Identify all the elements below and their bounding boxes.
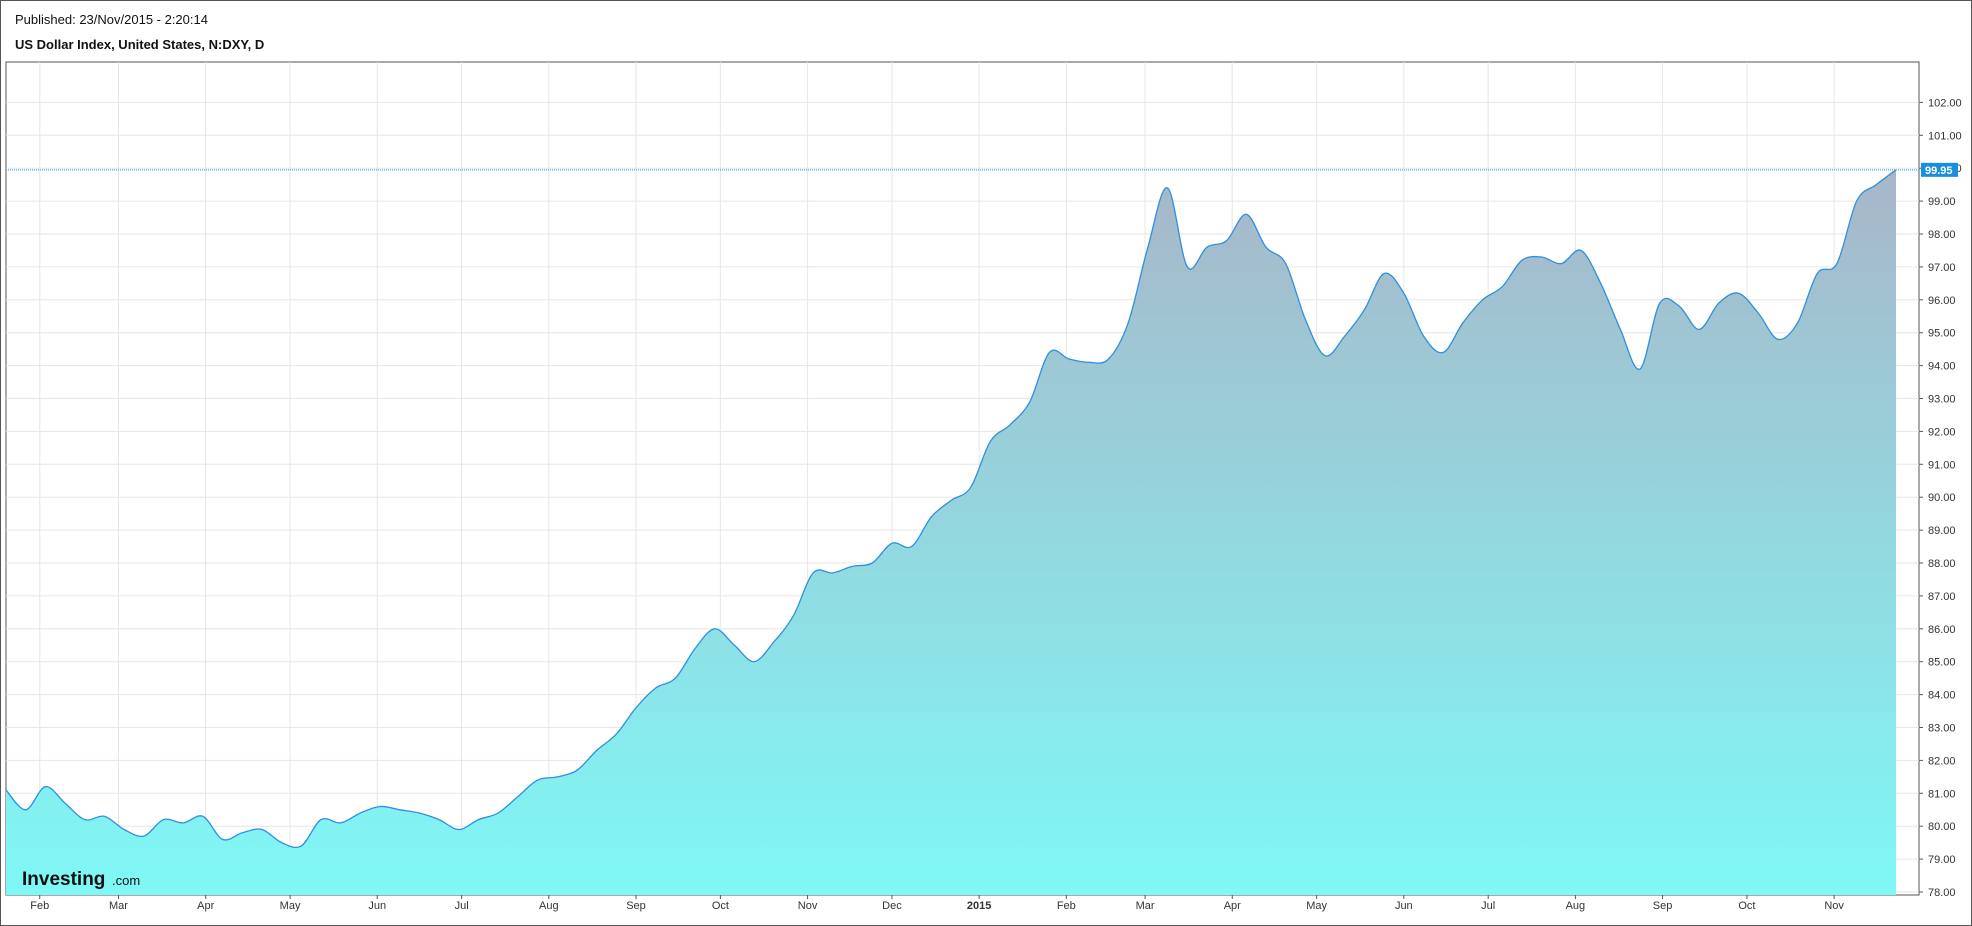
x-tick-label: Jun bbox=[1395, 900, 1413, 912]
y-tick-label: 91.00 bbox=[1928, 459, 1956, 471]
x-tick-label: Jul bbox=[455, 900, 469, 912]
y-tick-label: 78.00 bbox=[1928, 887, 1956, 899]
x-tick-label: Aug bbox=[539, 900, 559, 912]
x-tick-label: Nov bbox=[798, 900, 818, 912]
x-tick-label: Jul bbox=[1481, 900, 1495, 912]
x-tick-label: Apr bbox=[197, 900, 214, 912]
y-tick-label: 86.00 bbox=[1928, 624, 1956, 636]
y-tick-label: 84.00 bbox=[1928, 690, 1956, 702]
x-tick-label: 2015 bbox=[967, 900, 991, 912]
y-tick-label: 94.00 bbox=[1928, 361, 1956, 373]
price-axis: 78.00 79.00 80.00 81.00 82.00 83.00 84.00 85.00… bbox=[1919, 97, 1962, 899]
y-tick-label: 102.00 bbox=[1928, 97, 1962, 109]
y-tick-label: 101.00 bbox=[1928, 130, 1962, 142]
x-tick-label: Apr bbox=[1224, 900, 1241, 912]
x-tick-label: Feb bbox=[1057, 900, 1076, 912]
y-tick-label: 85.00 bbox=[1928, 657, 1956, 669]
logo-wordmark: Investing bbox=[22, 869, 105, 890]
x-tick-label: Sep bbox=[1653, 900, 1673, 912]
y-tick-label: 95.00 bbox=[1928, 328, 1956, 340]
series-area bbox=[6, 169, 1896, 896]
investing-logo: Investing .com bbox=[22, 869, 140, 890]
y-tick-label: 97.00 bbox=[1928, 262, 1956, 274]
y-tick-label: 82.00 bbox=[1928, 755, 1956, 767]
y-tick-label: 81.00 bbox=[1928, 788, 1956, 800]
y-tick-label: 79.00 bbox=[1928, 854, 1956, 866]
y-tick-label: 88.00 bbox=[1928, 558, 1956, 570]
x-tick-label: Mar bbox=[1136, 900, 1155, 912]
y-tick-label: 96.00 bbox=[1928, 295, 1956, 307]
x-tick-label: Feb bbox=[30, 900, 49, 912]
x-tick-label: May bbox=[280, 900, 301, 912]
x-tick-label: May bbox=[1306, 900, 1327, 912]
x-tick-label: Aug bbox=[1566, 900, 1586, 912]
x-tick-label: Oct bbox=[712, 900, 729, 912]
y-tick-label: 98.00 bbox=[1928, 229, 1956, 241]
logo-suffix: .com bbox=[112, 873, 140, 888]
x-tick-label: Jun bbox=[368, 900, 386, 912]
x-tick-label: Mar bbox=[109, 900, 128, 912]
x-tick-label: Sep bbox=[626, 900, 646, 912]
y-tick-label: 90.00 bbox=[1928, 492, 1956, 504]
y-tick-label: 93.00 bbox=[1928, 394, 1956, 406]
y-tick-label: 92.00 bbox=[1928, 426, 1956, 438]
y-tick-label: 99.00 bbox=[1928, 196, 1956, 208]
series-group bbox=[5, 169, 1897, 896]
y-tick-label: 80.00 bbox=[1928, 821, 1956, 833]
y-tick-label: 87.00 bbox=[1928, 591, 1956, 603]
last-price-marker: 99.95 bbox=[6, 162, 1958, 177]
last-price-label: 99.95 bbox=[1925, 165, 1953, 177]
y-tick-label: 89.00 bbox=[1928, 525, 1956, 537]
time-axis: Feb Mar Apr May Jun Jul Aug Sep Oct Nov Dec 2015 Feb… bbox=[30, 895, 1844, 912]
x-tick-label: Dec bbox=[882, 900, 902, 912]
x-tick-label: Nov bbox=[1824, 900, 1844, 912]
y-tick-label: 83.00 bbox=[1928, 723, 1956, 735]
x-tick-label: Oct bbox=[1738, 900, 1755, 912]
area-chart[interactable]: 78.00 79.00 80.00 81.00 82.00 83.00 84.00 85.00… bbox=[0, 0, 1972, 926]
